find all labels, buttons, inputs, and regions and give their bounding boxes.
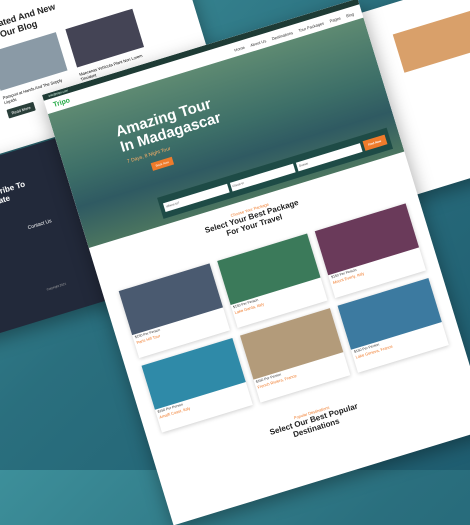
nav-blog[interactable]: Blog [345, 11, 354, 18]
copyright: Copyright 2021 [46, 281, 67, 292]
find-now-button[interactable]: Find Now [362, 134, 388, 152]
subscribe-heading: Subscribe ToFor Late [0, 179, 27, 211]
nav-home[interactable]: Home [233, 44, 245, 52]
book-now-button[interactable]: Book Now [150, 156, 174, 171]
contact-heading: Contact Us [27, 218, 53, 232]
destination-field[interactable]: Where to? [162, 183, 230, 212]
read-more-button[interactable]: Read More [6, 101, 36, 119]
date-field[interactable]: Check-in [229, 163, 296, 192]
guests-field[interactable]: Guests [295, 142, 362, 171]
nav-about[interactable]: About Us [249, 38, 266, 48]
nav-pages[interactable]: Pages [329, 15, 341, 23]
